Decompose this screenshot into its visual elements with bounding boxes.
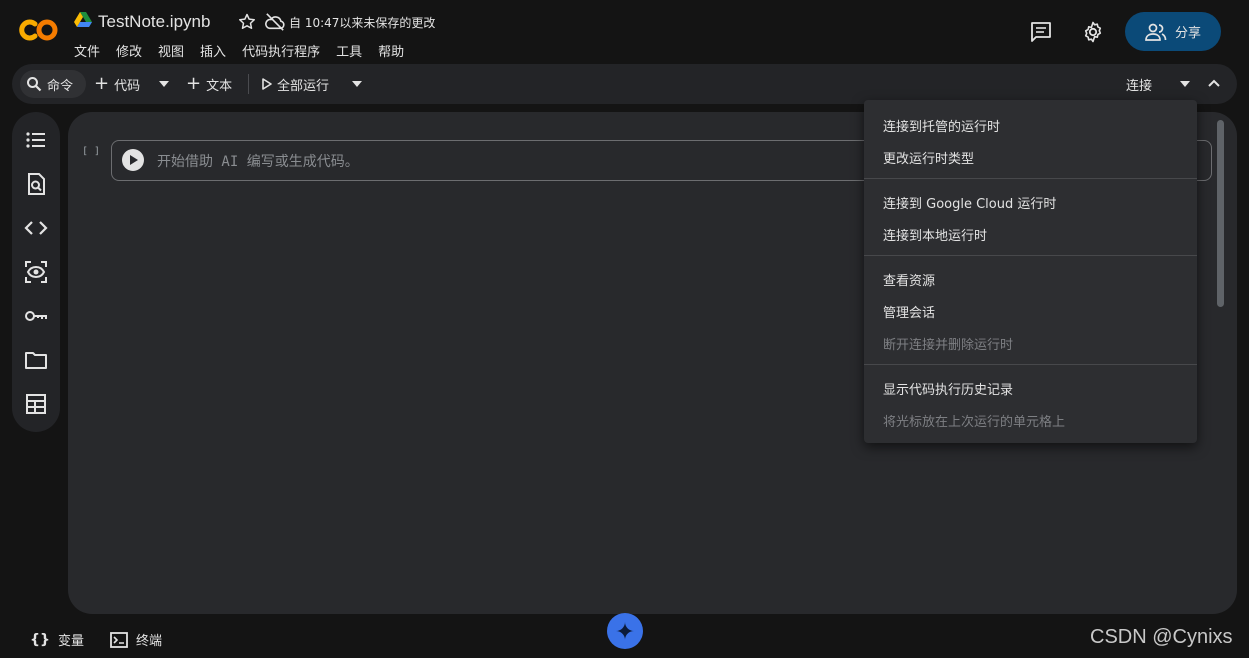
connect-button[interactable]: 连接 xyxy=(1126,64,1152,104)
menu-help[interactable]: 帮助 xyxy=(378,41,404,60)
menu-insert[interactable]: 插入 xyxy=(200,41,226,60)
chevron-down-icon[interactable] xyxy=(159,81,169,87)
share-button[interactable]: 分享 xyxy=(1125,12,1221,51)
colab-logo[interactable] xyxy=(16,15,60,45)
gemini-button[interactable] xyxy=(607,613,643,649)
menu-runtime[interactable]: 代码执行程序 xyxy=(242,41,320,60)
menu-item-change-runtime-type[interactable]: 更改运行时类型 xyxy=(883,148,974,167)
google-drive-icon[interactable] xyxy=(74,12,92,28)
share-label: 分享 xyxy=(1174,26,1201,41)
run-all-button[interactable]: 全部运行 xyxy=(262,64,329,104)
play-icon xyxy=(130,155,138,165)
comment-icon[interactable] xyxy=(1029,20,1053,44)
variables-label: 变量 xyxy=(57,634,84,649)
cell-placeholder[interactable]: 开始借助 AI 编写或生成代码。 xyxy=(157,151,359,171)
terminal-icon xyxy=(110,631,128,648)
cell-execution-count: [ ] xyxy=(82,146,101,157)
chevron-up-icon[interactable] xyxy=(1208,79,1220,87)
play-icon xyxy=(262,78,272,90)
braces-icon: {} xyxy=(30,631,50,648)
menu-divider xyxy=(864,255,1197,256)
command-label: 命令 xyxy=(47,78,74,94)
menu-edit[interactable]: 修改 xyxy=(116,41,142,60)
connect-label: 连接 xyxy=(1126,78,1153,94)
menu-divider xyxy=(864,364,1197,365)
menu-item-view-resources[interactable]: 查看资源 xyxy=(883,270,935,289)
menu-item-goto-last-run-cell: 将光标放在上次运行的单元格上 xyxy=(883,415,1066,430)
watermark: CSDN @Cynixs xyxy=(1090,626,1233,648)
chevron-down-icon[interactable] xyxy=(1180,81,1190,87)
menu-bar: 文件 修改 视图 插入 代码执行程序 工具 帮助 xyxy=(74,41,420,60)
left-sidebar xyxy=(12,112,60,432)
code-snippets-icon[interactable] xyxy=(24,216,48,240)
menu-divider xyxy=(864,178,1197,179)
menu-file[interactable]: 文件 xyxy=(74,41,100,60)
toolbar-divider xyxy=(248,74,249,94)
menu-item-connect-hosted[interactable]: 连接到托管的运行时 xyxy=(883,116,1000,135)
menu-item-connect-local[interactable]: 连接到本地运行时 xyxy=(883,225,987,244)
chevron-down-icon[interactable] xyxy=(352,81,362,87)
add-code-label: 代码 xyxy=(114,78,141,94)
gear-icon[interactable] xyxy=(1081,20,1105,44)
plus-icon: + xyxy=(186,73,202,94)
command-palette-button[interactable]: 命令 xyxy=(20,70,86,98)
folder-icon[interactable] xyxy=(24,348,48,372)
plus-icon: + xyxy=(94,73,110,94)
scrollbar[interactable] xyxy=(1217,120,1224,307)
star-icon[interactable] xyxy=(237,12,257,32)
save-status[interactable]: 自 10:47以来未保存的更改 xyxy=(289,14,435,31)
people-icon xyxy=(1145,23,1167,41)
add-code-button[interactable]: + 代码 xyxy=(94,64,140,104)
menu-item-disconnect-delete: 断开连接并删除运行时 xyxy=(883,338,1014,353)
notebook-toolbar: 命令 + 代码 + 文本 全部运行 连接 xyxy=(12,64,1237,104)
terminal-label: 终端 xyxy=(136,634,163,649)
variable-inspector-icon[interactable] xyxy=(24,260,48,284)
menu-item-manage-sessions[interactable]: 管理会话 xyxy=(883,302,935,321)
find-icon[interactable] xyxy=(24,172,48,196)
add-text-label: 文本 xyxy=(206,78,233,94)
cloud-off-icon[interactable] xyxy=(264,12,286,32)
menu-tools[interactable]: 工具 xyxy=(336,41,362,60)
table-icon[interactable] xyxy=(24,392,48,416)
run-cell-button[interactable] xyxy=(122,149,144,171)
secrets-key-icon[interactable] xyxy=(24,304,48,328)
gemini-sparkle-icon xyxy=(616,622,634,640)
run-all-label: 全部运行 xyxy=(277,78,330,94)
variables-button[interactable]: {} 变量 xyxy=(30,630,84,650)
terminal-button[interactable]: 终端 xyxy=(110,630,162,649)
menu-view[interactable]: 视图 xyxy=(158,41,184,60)
toc-icon[interactable] xyxy=(24,128,48,152)
menu-item-connect-gcp[interactable]: 连接到 Google Cloud 运行时 xyxy=(883,193,1056,212)
search-icon xyxy=(27,77,42,92)
add-text-button[interactable]: + 文本 xyxy=(186,64,232,104)
notebook-title[interactable]: TestNote.ipynb xyxy=(98,12,210,32)
menu-item-execution-history[interactable]: 显示代码执行历史记录 xyxy=(883,379,1013,398)
connect-dropdown-menu: 连接到托管的运行时 更改运行时类型 连接到 Google Cloud 运行时 连… xyxy=(864,100,1197,443)
